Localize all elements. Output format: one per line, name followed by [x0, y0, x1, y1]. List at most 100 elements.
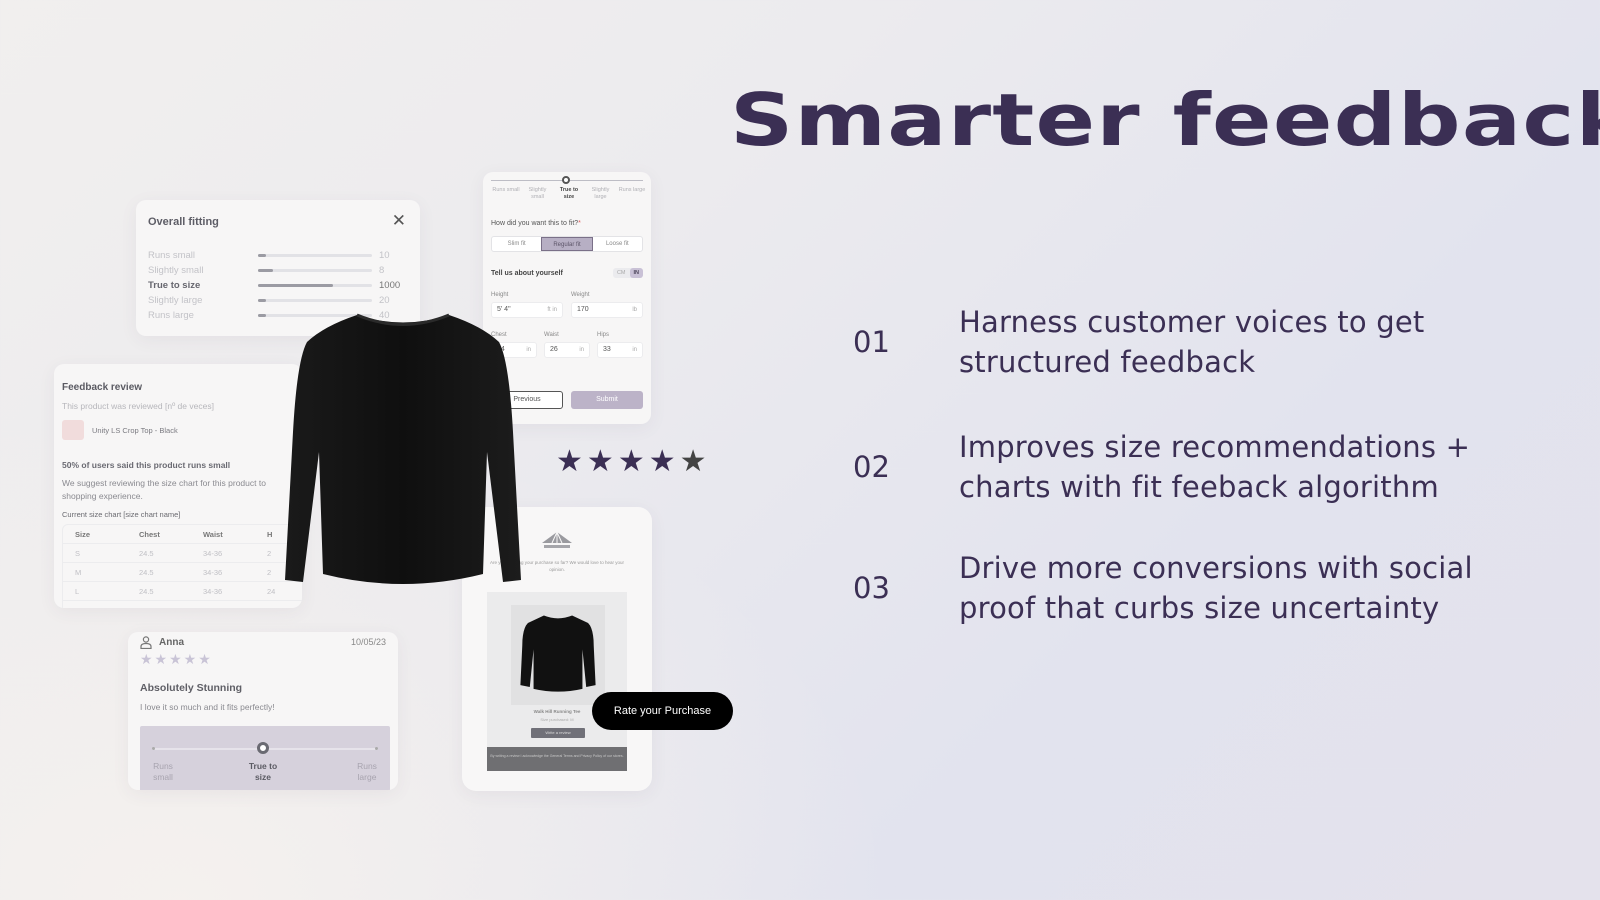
unit-cm-option[interactable]: CM [613, 268, 630, 278]
required-mark: * [578, 220, 581, 227]
size-table-cell: 34-36 [203, 586, 223, 596]
review-date: 10/05/23 [350, 637, 386, 647]
weight-unit: lb [632, 307, 637, 313]
fit-scale-stop[interactable]: True to size [554, 187, 584, 201]
feedback-review-card: Feedback review This product was reviewe… [54, 364, 302, 608]
star-icon[interactable]: ★ [556, 447, 583, 477]
fit-scale-stop[interactable]: Runs small [491, 187, 521, 201]
fit-question: How did you want this to fit?* [491, 220, 581, 227]
fit-row-count: 1000 [379, 279, 401, 291]
size-table-cell: L [75, 586, 80, 596]
fit-row-label: Slightly large [148, 294, 203, 306]
feedback-review-title: Feedback review [62, 382, 143, 393]
fit-label-true-to-size: True to size [248, 761, 278, 782]
fit-stop-dot [152, 747, 155, 750]
review-user: Anna [140, 636, 184, 649]
fit-label-runs-large: Runs large [357, 761, 377, 782]
unit-in-option[interactable]: IN [629, 268, 643, 278]
size-table-header-cell: Chest [139, 529, 160, 539]
fit-row-label: Runs large [148, 309, 194, 321]
fit-distribution-row: Slightly large 20 [148, 293, 410, 307]
page-title: Smarter feedback [730, 78, 1600, 162]
suggestion-text: We suggest reviewing the size chart for … [62, 478, 266, 501]
size-table-row: S 24.5 34-36 2 [63, 544, 302, 563]
feature-text: Improves size recommendations + charts w… [959, 430, 1471, 504]
fit-option-selector: Slim fit Regular fit Loose fit [491, 236, 643, 252]
size-table-cell: 34-36 [203, 606, 267, 609]
fit-row-bar-fill [258, 298, 266, 302]
star-icon[interactable]: ★ [649, 447, 676, 477]
overall-fitting-title: Overall fitting [148, 216, 219, 228]
fit-knob [257, 742, 269, 754]
about-heading: Tell us about yourself [491, 270, 563, 277]
fit-scale-stop[interactable]: Runs large [617, 187, 647, 201]
product-thumbnail [62, 420, 84, 440]
fit-row-bar-fill [258, 283, 334, 287]
fit-row-bar [258, 253, 372, 257]
review-title: Absolutely Stunning [140, 682, 243, 694]
size-chart-name: Current size chart [size chart name] [62, 510, 181, 519]
shirt-icon [520, 615, 596, 692]
height-label: Height [491, 292, 509, 298]
star-icon[interactable]: ★ [680, 447, 707, 477]
fit-row-count: 20 [379, 294, 390, 306]
review-stars: ★★★★★ [140, 651, 213, 667]
size-table-cell: 24.5 [139, 567, 154, 577]
fit-distribution-row: Slightly small 8 [148, 263, 410, 277]
fit-option[interactable]: Slim fit [492, 237, 541, 251]
fit-row-bar-fill [258, 268, 273, 272]
star-icon[interactable]: ★ [618, 447, 645, 477]
star-icon[interactable]: ★ [587, 447, 614, 477]
email-product-panel: Walk Hill Running Tee Size purchased: M … [487, 592, 627, 770]
feature-number: 01 [853, 325, 890, 359]
rating-stars: ★ ★ ★ ★ ★ [556, 447, 707, 477]
review-fit-indicator: Runs small True to size Runs large [140, 726, 390, 790]
fit-scale-stop[interactable]: Slightly small [523, 187, 553, 201]
user-icon [140, 636, 152, 649]
fit-row-bar-fill [258, 253, 266, 257]
fit-question-text: How did you want this to fit? [491, 220, 579, 227]
fit-option[interactable]: Loose fit [593, 237, 642, 251]
waist-unit: in [579, 347, 584, 353]
hips-label: Hips [597, 332, 610, 338]
size-table-cell: M [75, 567, 82, 577]
rate-purchase-button[interactable]: Rate your Purchase [592, 692, 733, 730]
fit-row-bar [258, 268, 372, 272]
fit-scale-stop[interactable]: Slightly large [586, 187, 616, 201]
feature-number: 02 [853, 450, 890, 484]
fit-row-label: True to size [148, 279, 201, 291]
fit-scale-labels: Runs small Slightly small True to size Slig… [491, 187, 647, 201]
size-table-row: L 24.5 34-36 24 [63, 582, 302, 601]
size-table-cell: 34-36 [203, 567, 223, 577]
size-table-header-cell: Size [75, 529, 91, 539]
size-table-cell: 34-36 [203, 548, 223, 558]
submit-button[interactable]: Submit [571, 391, 643, 409]
fit-scale-knob[interactable] [562, 176, 570, 184]
waist-value: 26 [550, 346, 558, 353]
fit-option[interactable]: Regular fit [541, 237, 593, 251]
size-table-row: XL24.534-362 [63, 601, 302, 609]
size-table-header: Size Chest Waist H [63, 525, 302, 544]
size-table: Size Chest Waist H S 24.5 34-36 2 M 24.5 34-36 2 L 24… [62, 524, 302, 608]
review-username: Anna [159, 637, 184, 648]
product-row: Unity LS Crop Top - Black [62, 420, 178, 440]
fit-distribution-row: Runs small 10 [148, 248, 410, 262]
waist-field[interactable]: 26 in [544, 342, 590, 358]
size-table-cell: 24.5 [139, 548, 154, 558]
fit-row-bar [258, 298, 372, 302]
black-longsleeve-shirt-image [285, 313, 521, 584]
email-product-image [511, 605, 605, 705]
close-icon[interactable]: ✕ [392, 212, 406, 229]
waist-label: Waist [544, 332, 559, 338]
fit-label-runs-small: Runs small [153, 761, 173, 782]
weight-field[interactable]: 170 lb [571, 302, 643, 318]
product-name: Unity LS Crop Top - Black [92, 425, 178, 435]
write-review-button[interactable]: Write a review [531, 728, 585, 738]
email-footer: By writing a review I acknowledge the Ge… [487, 747, 627, 771]
fit-row-count: 8 [379, 264, 385, 276]
fit-row-bar-fill [258, 313, 266, 317]
hips-field[interactable]: 33 in [597, 342, 643, 358]
fit-row-label: Slightly small [148, 264, 204, 276]
unit-toggle: CM IN [612, 268, 643, 278]
size-table-cell: S [75, 548, 81, 558]
